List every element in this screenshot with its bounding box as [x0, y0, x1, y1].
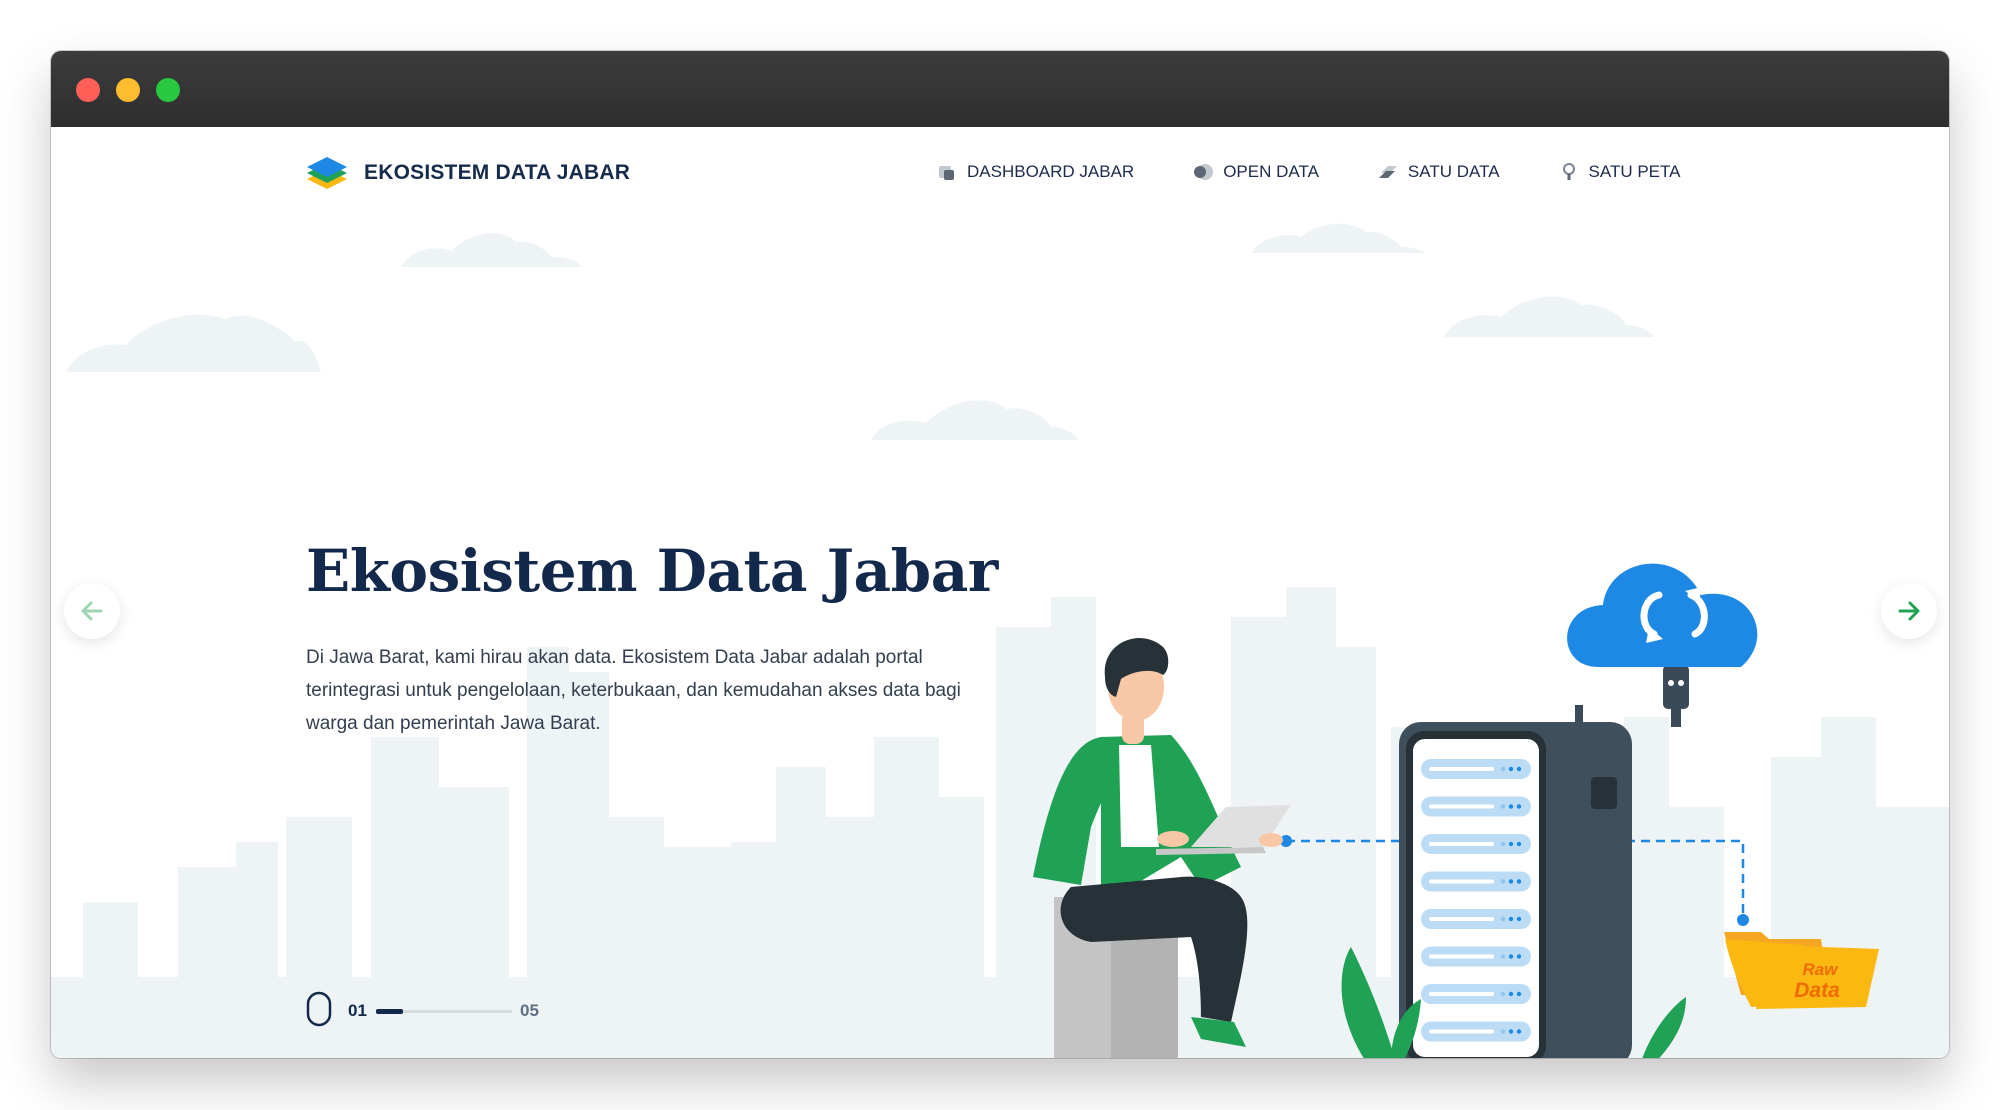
- brand-name: EKOSISTEM DATA JABAR: [364, 161, 631, 184]
- background-clouds: [66, 223, 1654, 440]
- nav-satu-peta[interactable]: SATU PETA: [1558, 161, 1681, 183]
- arrow-left-icon: [81, 601, 103, 621]
- nav-dashboard-jabar-label: DASHBOARD JABAR: [967, 162, 1135, 181]
- folder-label-raw: Raw: [1803, 960, 1840, 979]
- server-slot: [1421, 909, 1531, 929]
- browser-window: Raw Data EKOSISTEM DATA JABAR DASHBOARD …: [51, 51, 1949, 1058]
- arrow-right-icon: [1898, 601, 1920, 621]
- minimize-window-button[interactable]: [116, 78, 140, 102]
- pager-current: 01: [348, 1001, 367, 1020]
- prev-slide-button[interactable]: [64, 583, 120, 639]
- window-titlebar: [51, 51, 1949, 127]
- server-slot: [1421, 946, 1531, 967]
- pager-total: 05: [520, 1001, 539, 1020]
- pager-progress-fill: [376, 1009, 404, 1014]
- pager-progress-track: [376, 1009, 512, 1014]
- server-slot: [1421, 1021, 1531, 1042]
- hero-title: Ekosistem Data Jabar: [306, 537, 998, 605]
- page-content: Raw Data EKOSISTEM DATA JABAR DASHBOARD …: [51, 127, 1949, 1058]
- hero-description: Di Jawa Barat, kami hirau akan data. Eko…: [306, 647, 961, 734]
- brand-link[interactable]: EKOSISTEM DATA JABAR: [306, 153, 630, 193]
- nav-dashboard-jabar[interactable]: DASHBOARD JABAR: [936, 161, 1134, 183]
- ekosistem-logo-icon: [307, 157, 347, 189]
- next-slide-button[interactable]: [1881, 583, 1937, 639]
- nav-satu-peta-label: SATU PETA: [1588, 162, 1681, 181]
- folder-label-data: Data: [1794, 979, 1840, 1002]
- site-header: EKOSISTEM DATA JABAR DASHBOARD JABAR OPE…: [51, 127, 1949, 217]
- nav-open-data-label: OPEN DATA: [1223, 162, 1319, 181]
- server-rack-illustration: [1399, 722, 1632, 1058]
- open-data-icon: [1194, 164, 1214, 180]
- main-nav: DASHBOARD JABAR OPEN DATA SATU DATA SATU…: [936, 161, 1681, 183]
- satu-data-icon: [1378, 166, 1397, 178]
- server-slot: [1421, 796, 1531, 817]
- nav-open-data[interactable]: OPEN DATA: [1192, 161, 1319, 183]
- mouse-scroll-icon: [306, 991, 332, 1027]
- server-slot: [1421, 834, 1531, 854]
- maximize-window-button[interactable]: [156, 78, 180, 102]
- nav-satu-data-label: SATU DATA: [1407, 162, 1500, 181]
- server-slot: [1421, 759, 1531, 779]
- dashboard-icon: [939, 166, 954, 180]
- nav-satu-data[interactable]: SATU DATA: [1377, 161, 1500, 183]
- server-slot: [1421, 871, 1531, 892]
- close-window-button[interactable]: [76, 78, 100, 102]
- satu-peta-icon: [1562, 163, 1575, 180]
- server-slot: [1421, 984, 1531, 1004]
